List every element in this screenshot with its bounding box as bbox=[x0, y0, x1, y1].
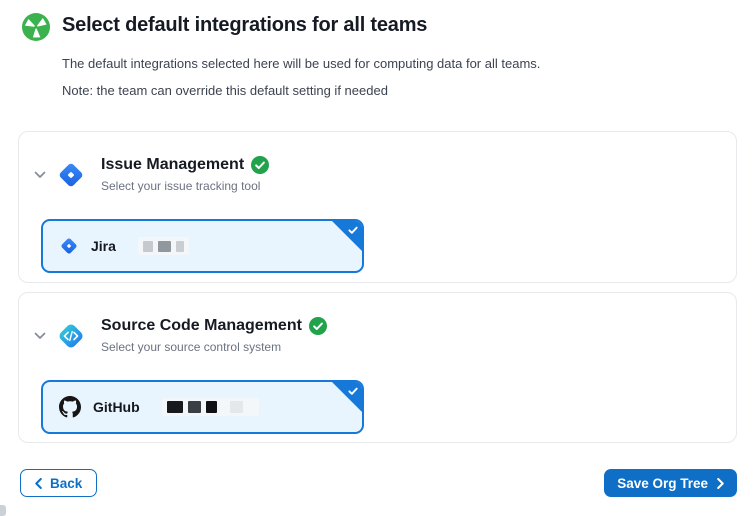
section-issue-management: Issue Management Select your issue track… bbox=[18, 131, 737, 283]
section-title: Source Code Management bbox=[101, 316, 302, 335]
redacted-text bbox=[162, 398, 259, 416]
chevron-right-icon bbox=[717, 478, 724, 489]
section-subtitle: Select your issue tracking tool bbox=[101, 179, 269, 193]
pinwheel-logo-icon bbox=[22, 13, 50, 41]
tool-name: GitHub bbox=[93, 399, 140, 415]
redacted-text bbox=[138, 237, 189, 255]
github-icon bbox=[59, 396, 81, 418]
back-button[interactable]: Back bbox=[20, 469, 97, 497]
tool-card-github[interactable]: GitHub bbox=[41, 380, 364, 434]
jira-icon bbox=[56, 160, 86, 190]
chevron-down-icon bbox=[34, 171, 46, 179]
check-circle-icon bbox=[251, 156, 269, 174]
check-icon bbox=[347, 385, 359, 397]
scrollbar-fragment bbox=[0, 505, 6, 516]
collapse-toggle-issue-management[interactable] bbox=[33, 168, 47, 182]
save-org-tree-button[interactable]: Save Org Tree bbox=[604, 469, 737, 497]
check-circle-icon bbox=[309, 317, 327, 335]
page-title: Select default integrations for all team… bbox=[62, 12, 540, 39]
chevron-left-icon bbox=[35, 478, 42, 489]
section-subtitle: Select your source control system bbox=[101, 340, 327, 354]
tool-card-jira[interactable]: Jira bbox=[41, 219, 364, 273]
section-source-code-management: Source Code Management Select your sourc… bbox=[18, 292, 737, 443]
page-header: Select default integrations for all team… bbox=[22, 12, 735, 99]
section-header: Source Code Management Select your sourc… bbox=[19, 293, 736, 354]
section-title: Issue Management bbox=[101, 155, 244, 174]
collapse-toggle-source-code[interactable] bbox=[33, 329, 47, 343]
source-code-icon bbox=[56, 321, 86, 351]
section-header: Issue Management Select your issue track… bbox=[19, 132, 736, 193]
save-button-label: Save Org Tree bbox=[617, 476, 708, 491]
page-description: The default integrations selected here w… bbox=[62, 56, 540, 72]
jira-icon bbox=[59, 236, 79, 256]
page-note: Note: the team can override this default… bbox=[62, 83, 540, 99]
back-button-label: Back bbox=[50, 476, 82, 491]
tool-name: Jira bbox=[91, 238, 116, 254]
check-icon bbox=[347, 224, 359, 236]
chevron-down-icon bbox=[34, 332, 46, 340]
